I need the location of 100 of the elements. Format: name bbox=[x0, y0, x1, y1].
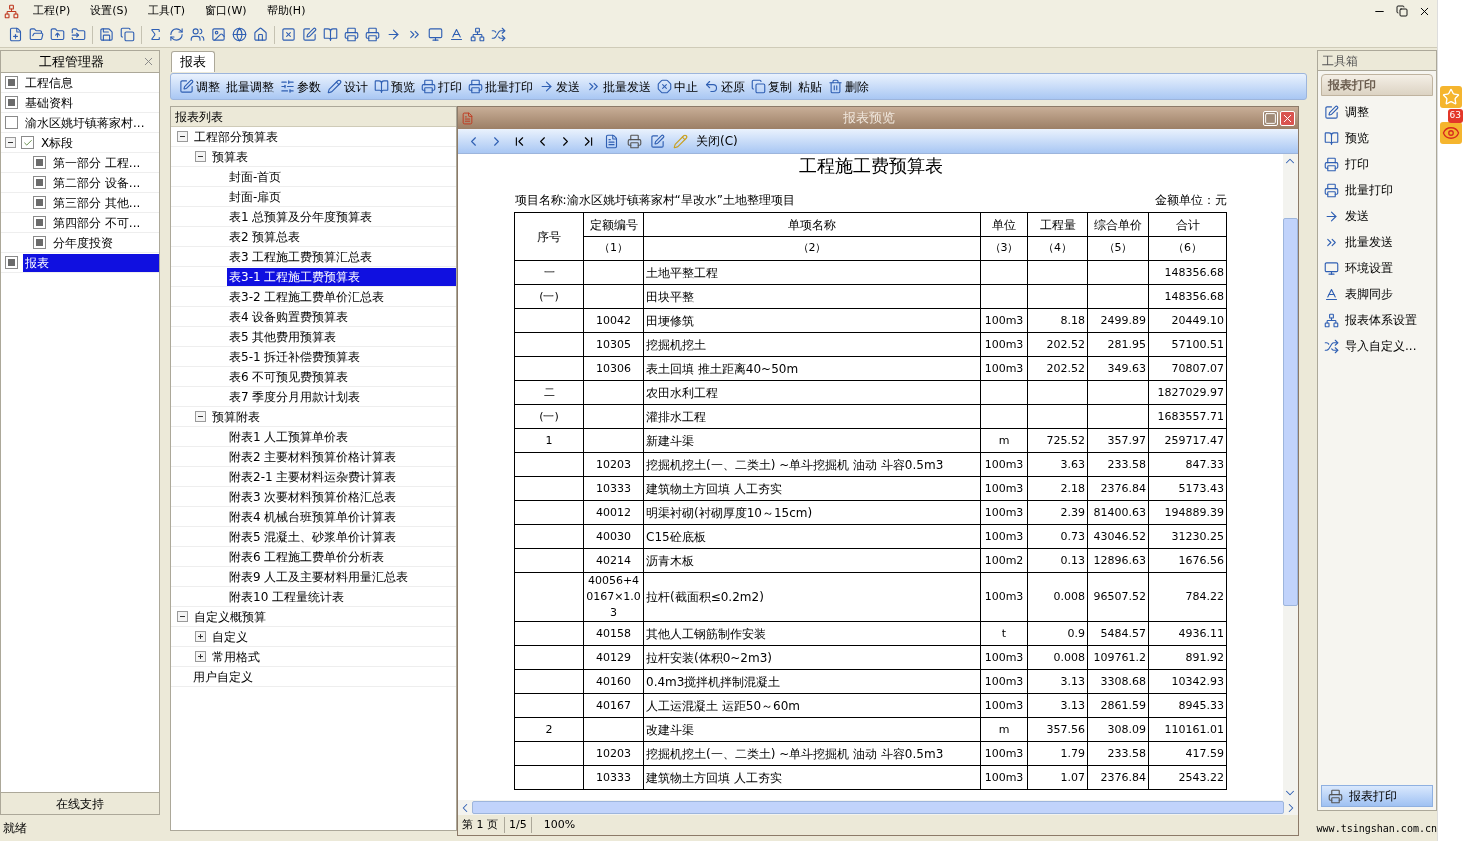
monitor-icon[interactable] bbox=[1324, 260, 1339, 276]
folder-up-icon[interactable] bbox=[50, 27, 65, 42]
report-tree-item[interactable]: 封面-扉页 bbox=[227, 187, 456, 206]
toolbar-button[interactable]: 还原 bbox=[704, 77, 745, 96]
report-tree-item[interactable]: 附表1 人工预算单价表 bbox=[227, 427, 456, 446]
stop-icon[interactable] bbox=[657, 79, 672, 94]
toolbar-button[interactable]: 批量调整 bbox=[226, 77, 274, 96]
toolbox-item[interactable]: 发送 bbox=[1324, 203, 1430, 229]
toolbox-item[interactable]: 调整 bbox=[1324, 99, 1430, 125]
report-tree-item[interactable]: 附表10 工程量统计表 bbox=[227, 587, 456, 606]
menu-item[interactable]: 帮助(H) bbox=[256, 2, 316, 20]
toolbar-button[interactable]: 设计 bbox=[327, 77, 368, 96]
close-preview-button[interactable]: 关闭(C) bbox=[696, 132, 738, 150]
expand-toggle[interactable] bbox=[195, 651, 206, 662]
expand-toggle[interactable] bbox=[195, 631, 206, 642]
tab[interactable]: 报表 bbox=[171, 51, 215, 72]
report-tree-item[interactable]: 表6 不可预见费预算表 bbox=[227, 367, 456, 386]
pencil-icon[interactable] bbox=[327, 79, 342, 94]
collapse-toggle[interactable] bbox=[177, 611, 188, 622]
toolbox-item[interactable]: 表脚同步 bbox=[1324, 281, 1430, 307]
tree-item[interactable]: 分年度投资 bbox=[51, 233, 159, 252]
toolbar-button[interactable]: 复制 bbox=[751, 77, 792, 96]
collapse-toggle[interactable] bbox=[195, 151, 206, 162]
book-icon[interactable] bbox=[1324, 130, 1339, 146]
report-tree-item[interactable]: 自定义概预算 bbox=[192, 607, 456, 626]
toolbar-button[interactable]: 删除 bbox=[828, 77, 869, 96]
printer-icon[interactable] bbox=[344, 27, 359, 42]
toolbox-item[interactable]: 报表体系设置 bbox=[1324, 307, 1430, 333]
arrow-right-icon[interactable] bbox=[1324, 208, 1339, 224]
menu-item[interactable]: 工具(T) bbox=[137, 2, 196, 20]
report-tree-item[interactable]: 表3-1 工程施工费预算表 bbox=[227, 267, 456, 286]
shuffle-icon[interactable] bbox=[491, 27, 506, 42]
book-icon[interactable] bbox=[374, 79, 389, 94]
refresh-icon[interactable] bbox=[169, 27, 184, 42]
vertical-scrollbar[interactable] bbox=[1283, 154, 1298, 800]
printer-icon[interactable] bbox=[1324, 182, 1339, 198]
edit-icon[interactable] bbox=[1324, 104, 1339, 120]
baseline-icon[interactable] bbox=[449, 27, 464, 42]
image-icon[interactable] bbox=[211, 27, 226, 42]
book-icon[interactable] bbox=[323, 27, 338, 42]
sigma-icon[interactable] bbox=[148, 27, 163, 42]
report-tree-item[interactable]: 表3 工程施工费预算汇总表 bbox=[227, 247, 456, 266]
printer-icon[interactable] bbox=[627, 133, 642, 149]
printer-icon[interactable] bbox=[1324, 156, 1339, 172]
delete-icon[interactable] bbox=[828, 79, 843, 94]
report-tree-item[interactable]: 表4 设备购置费预算表 bbox=[227, 307, 456, 326]
section-header[interactable]: 报表打印 bbox=[1321, 74, 1433, 96]
new-file-icon[interactable] bbox=[8, 27, 23, 42]
horizontal-scrollbar[interactable] bbox=[458, 800, 1298, 815]
restore-icon[interactable] bbox=[1396, 5, 1408, 17]
tree-item[interactable]: 渝水区姚圩镇蒋家村... bbox=[23, 113, 159, 132]
report-tree-item[interactable]: 预算附表 bbox=[210, 407, 456, 426]
report-tree-item[interactable]: 附表9 人工及主要材料用量汇总表 bbox=[227, 567, 456, 586]
report-tree-item[interactable]: 附表2 主要材料预算价格计算表 bbox=[227, 447, 456, 466]
folder-input-icon[interactable] bbox=[71, 27, 86, 42]
toolbar-button[interactable]: 调整 bbox=[179, 77, 220, 96]
report-tree-item[interactable]: 附表4 机械台班预算单价计算表 bbox=[227, 507, 456, 526]
tree-item[interactable]: 报表 bbox=[23, 253, 159, 272]
toolbox-item[interactable]: 预览 bbox=[1324, 125, 1430, 151]
users-icon[interactable] bbox=[190, 27, 205, 42]
edit-icon[interactable] bbox=[302, 27, 317, 42]
toolbox-item[interactable]: 打印 bbox=[1324, 151, 1430, 177]
report-tree-item[interactable]: 附表3 次要材料预算价格汇总表 bbox=[227, 487, 456, 506]
toolbox-item[interactable]: 环境设置 bbox=[1324, 255, 1430, 281]
tree-checkbox[interactable] bbox=[21, 136, 34, 149]
maximize-icon[interactable] bbox=[1263, 110, 1278, 126]
report-tree-item[interactable]: 封面-首页 bbox=[227, 167, 456, 186]
report-tree-item[interactable]: 表5 其他费用预算表 bbox=[227, 327, 456, 346]
printer-icon[interactable] bbox=[1328, 788, 1343, 804]
undo-icon[interactable] bbox=[704, 79, 719, 94]
report-tree-item[interactable]: 常用格式 bbox=[210, 647, 456, 666]
report-tree-item[interactable]: 附表5 混凝土、砂浆单价计算表 bbox=[227, 527, 456, 546]
edit-icon[interactable] bbox=[650, 133, 665, 149]
home-icon[interactable] bbox=[253, 27, 268, 42]
tree-item[interactable]: 基础资料 bbox=[23, 93, 159, 112]
menu-item[interactable]: 工程(P) bbox=[23, 2, 81, 20]
collapse-toggle[interactable] bbox=[195, 411, 206, 422]
app-logo-icon[interactable] bbox=[4, 3, 19, 19]
toolbar-button[interactable]: 参数 bbox=[280, 77, 321, 96]
document-icon[interactable] bbox=[604, 133, 619, 149]
save-icon[interactable] bbox=[99, 27, 114, 42]
report-tree-item[interactable]: 表7 季度分月用款计划表 bbox=[227, 387, 456, 406]
toolbar-button[interactable]: 批量发送 bbox=[586, 77, 651, 96]
toolbar-button[interactable]: 预览 bbox=[374, 77, 415, 96]
tree-item[interactable]: 第一部分 工程... bbox=[51, 153, 159, 172]
report-tree-item[interactable]: 表2 预算总表 bbox=[227, 227, 456, 246]
toolbar-button[interactable]: 打印 bbox=[421, 77, 462, 96]
edit-icon[interactable] bbox=[179, 79, 194, 94]
tree-item[interactable]: 第二部分 设备... bbox=[51, 173, 159, 192]
report-tree-item[interactable]: 附表6 工程施工费单价分析表 bbox=[227, 547, 456, 566]
report-tree-item[interactable]: 自定义 bbox=[210, 627, 456, 646]
report-tree-item[interactable]: 表1 总预算及分年度预算表 bbox=[227, 207, 456, 226]
toolbar-button[interactable]: 发送 bbox=[539, 77, 580, 96]
copy-icon[interactable] bbox=[751, 79, 766, 94]
report-tree-item[interactable]: 表3-2 工程施工费单价汇总表 bbox=[227, 287, 456, 306]
toolbox-item[interactable]: 批量发送 bbox=[1324, 229, 1430, 255]
toolbar-button[interactable]: 粘贴 bbox=[798, 77, 822, 96]
printer-icon[interactable] bbox=[421, 79, 436, 94]
tree-item[interactable]: 工程信息 bbox=[23, 73, 159, 92]
baseline-icon[interactable] bbox=[1324, 286, 1339, 302]
